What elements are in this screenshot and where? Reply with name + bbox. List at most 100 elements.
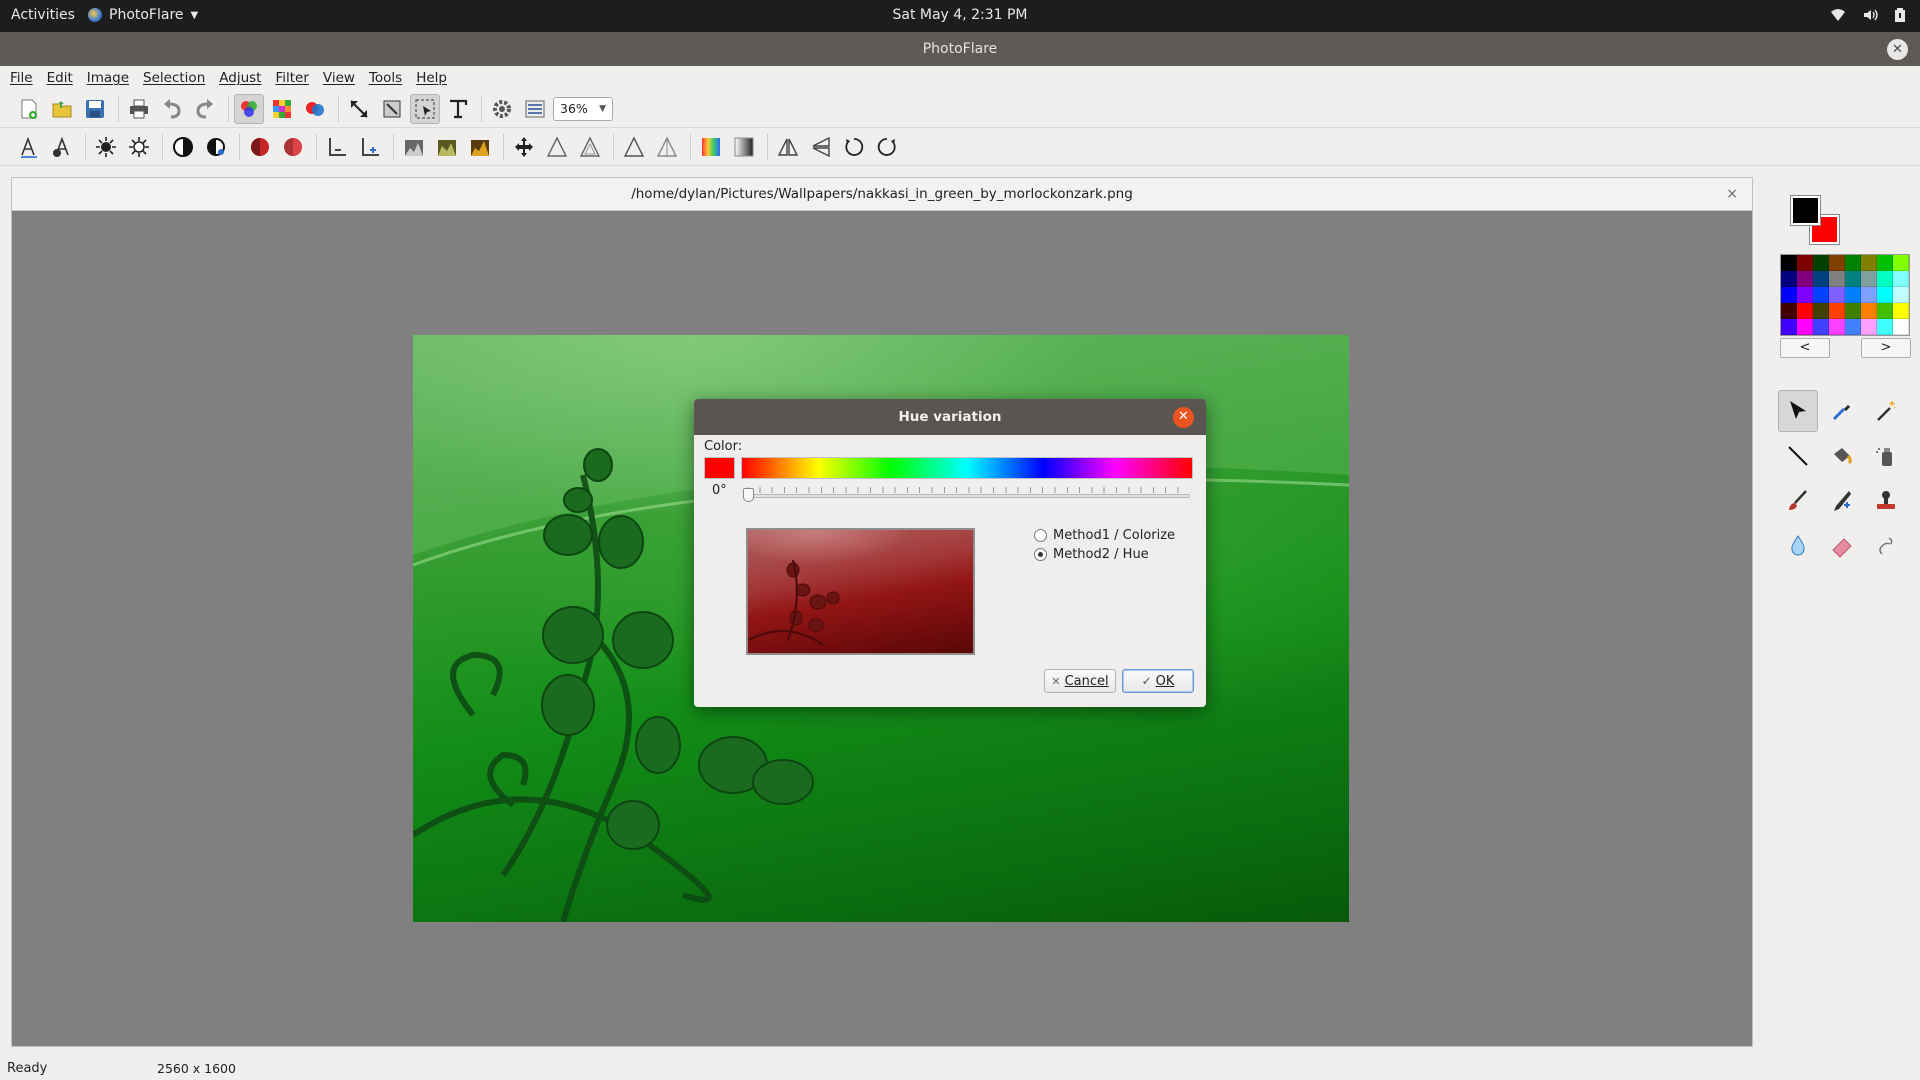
new-file-icon[interactable] [14, 94, 44, 124]
flip-horizontal-icon[interactable] [773, 132, 803, 162]
settings-gear-icon[interactable] [487, 94, 517, 124]
color-mix-icon[interactable] [300, 94, 330, 124]
method2-hue-radio[interactable]: Method2 / Hue [1034, 547, 1149, 562]
contrast-up-icon[interactable] [168, 132, 198, 162]
palette-swatch[interactable] [1813, 287, 1829, 303]
menu-view[interactable]: View [323, 66, 355, 90]
normalize-icon[interactable] [465, 132, 495, 162]
cancel-button[interactable]: ✕ Cancel [1044, 669, 1116, 693]
palette-swatch[interactable] [1813, 303, 1829, 319]
color-channels-icon[interactable] [234, 93, 264, 124]
redo-icon[interactable] [190, 94, 220, 124]
palette-swatch[interactable] [1877, 303, 1893, 319]
menu-edit[interactable]: Edit [47, 66, 73, 90]
menu-tools[interactable]: Tools [369, 66, 402, 90]
eyedropper-tool-icon[interactable] [1822, 390, 1862, 432]
palette-next-button[interactable]: > [1861, 338, 1911, 358]
hue-slider-handle[interactable] [743, 488, 754, 502]
pen-tool-icon[interactable] [1822, 480, 1862, 522]
color-gradient-icon[interactable] [696, 132, 726, 162]
palette-swatch[interactable] [1861, 287, 1877, 303]
menu-file[interactable]: File [10, 66, 33, 90]
activities-button[interactable]: Activities [11, 7, 75, 23]
clock[interactable]: Sat May 4, 2:31 PM [0, 7, 1920, 23]
triangle-outline-icon[interactable] [542, 132, 572, 162]
save-icon[interactable] [80, 94, 110, 124]
palette-swatch[interactable] [1797, 303, 1813, 319]
line-tool-icon[interactable] [1778, 435, 1818, 477]
menu-adjust[interactable]: Adjust [219, 66, 261, 90]
palette-swatch[interactable] [1893, 271, 1909, 287]
ok-button[interactable]: ✓ OK [1122, 669, 1194, 693]
palette-swatch[interactable] [1829, 287, 1845, 303]
palette-swatch[interactable] [1797, 255, 1813, 271]
menu-help[interactable]: Help [416, 66, 447, 90]
palette-swatch[interactable] [1781, 271, 1797, 287]
palette-swatch[interactable] [1829, 255, 1845, 271]
palette-swatch[interactable] [1797, 319, 1813, 335]
palette-swatch[interactable] [1877, 255, 1893, 271]
palette-swatch[interactable] [1813, 271, 1829, 287]
palette-swatch[interactable] [1781, 303, 1797, 319]
palette-swatch[interactable] [1845, 255, 1861, 271]
pointer-tool-icon[interactable] [1778, 390, 1818, 432]
palette-swatch[interactable] [1813, 319, 1829, 335]
palette-swatch[interactable] [1877, 271, 1893, 287]
app-menu[interactable]: PhotoFlare ▼ [88, 7, 198, 23]
paint-bucket-tool-icon[interactable] [1822, 435, 1862, 477]
window-close-button[interactable]: ✕ [1887, 39, 1908, 60]
palette-swatch[interactable] [1813, 255, 1829, 271]
paintbrush-tool-icon[interactable] [1778, 480, 1818, 522]
menu-filter[interactable]: Filter [275, 66, 308, 90]
palette-swatch[interactable] [1861, 255, 1877, 271]
foreground-color-swatch[interactable] [1791, 196, 1820, 225]
undo-icon[interactable] [157, 94, 187, 124]
triangle-blur-icon[interactable] [652, 132, 682, 162]
move-icon[interactable] [509, 132, 539, 162]
palette-swatch[interactable] [1861, 271, 1877, 287]
histogram-icon[interactable] [399, 132, 429, 162]
color-palette[interactable] [1780, 254, 1910, 336]
flip-vertical-icon[interactable] [806, 132, 836, 162]
palette-swatch[interactable] [1845, 319, 1861, 335]
system-tray[interactable] [1830, 7, 1906, 23]
magic-wand-tool-icon[interactable] [1866, 390, 1906, 432]
menu-image[interactable]: Image [87, 66, 129, 90]
rotate-right-icon[interactable] [872, 132, 902, 162]
mosaic-icon[interactable] [267, 94, 297, 124]
brightness-down-icon[interactable] [124, 132, 154, 162]
spray-can-tool-icon[interactable] [1866, 435, 1906, 477]
stamp-tool-icon[interactable] [1866, 480, 1906, 522]
crop-canvas-icon[interactable] [377, 94, 407, 124]
eraser-tool-icon[interactable] [1822, 525, 1862, 567]
contrast-down-icon[interactable] [201, 132, 231, 162]
font-effect-icon[interactable] [47, 132, 77, 162]
font-a-icon[interactable] [14, 132, 44, 162]
open-folder-icon[interactable] [47, 94, 77, 124]
palette-swatch[interactable] [1781, 319, 1797, 335]
smudge-tool-icon[interactable] [1866, 525, 1906, 567]
palette-swatch[interactable] [1829, 271, 1845, 287]
batch-list-icon[interactable] [520, 94, 550, 124]
palette-swatch[interactable] [1781, 287, 1797, 303]
method1-colorize-radio[interactable]: Method1 / Colorize [1034, 528, 1175, 543]
gamma-up-icon[interactable] [322, 132, 352, 162]
palette-swatch[interactable] [1845, 271, 1861, 287]
blur-drop-tool-icon[interactable] [1778, 525, 1818, 567]
palette-swatch[interactable] [1781, 255, 1797, 271]
rotate-left-icon[interactable] [839, 132, 869, 162]
text-icon[interactable] [443, 94, 473, 124]
menu-selection[interactable]: Selection [143, 66, 205, 90]
palette-swatch[interactable] [1893, 255, 1909, 271]
palette-swatch[interactable] [1829, 319, 1845, 335]
palette-swatch[interactable] [1845, 303, 1861, 319]
palette-swatch[interactable] [1893, 287, 1909, 303]
hue-spectrum-bar[interactable] [741, 457, 1193, 479]
palette-swatch[interactable] [1893, 303, 1909, 319]
palette-swatch[interactable] [1893, 319, 1909, 335]
hue-slider-track[interactable] [747, 494, 1190, 498]
palette-swatch[interactable] [1829, 303, 1845, 319]
triangle-double-icon[interactable] [575, 132, 605, 162]
palette-swatch[interactable] [1797, 287, 1813, 303]
zoom-dropdown[interactable]: 36% ▼ [553, 96, 613, 121]
